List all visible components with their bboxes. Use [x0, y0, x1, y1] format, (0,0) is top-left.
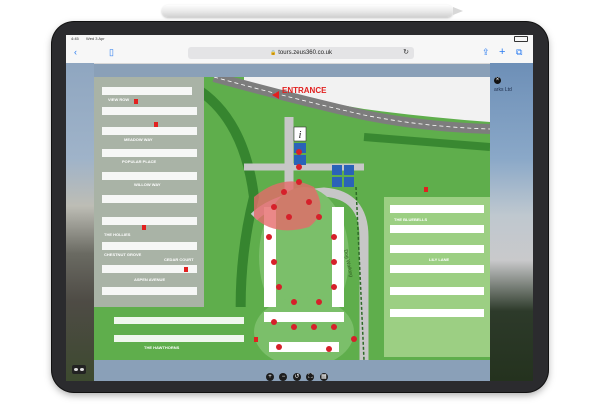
- thumbnails-icon[interactable]: ▦: [319, 373, 328, 381]
- tour-controls: + − ↺ ⛶ ▦: [266, 365, 329, 381]
- entrance-label: ENTRANCE: [282, 86, 327, 95]
- share-icon[interactable]: ⇪: [482, 46, 490, 58]
- area-label-the-hawthorns: THE HAWTHORNS: [144, 345, 180, 350]
- apple-pencil: [162, 5, 463, 17]
- rotate-icon[interactable]: ↺: [292, 373, 301, 381]
- panorama-background-left: [66, 63, 94, 381]
- battery-icon: [514, 36, 528, 42]
- area-label-aspen-avenue: ASPEN AVENUE: [134, 277, 166, 282]
- site-map[interactable]: i ENTRANCE Dog Walking VIEW ROW MEADOW W…: [94, 77, 490, 360]
- book-icon[interactable]: ▯: [109, 46, 114, 58]
- status-time: 4:45: [71, 36, 79, 41]
- area-label-cedar-court: CEDAR COURT: [164, 257, 194, 262]
- reload-icon[interactable]: ↻: [403, 47, 409, 59]
- area-label-willow-way: WILLOW WAY: [134, 182, 161, 187]
- plus-icon[interactable]: +: [499, 46, 505, 58]
- fullscreen-icon[interactable]: ⛶: [306, 373, 315, 381]
- zoom-out-icon[interactable]: −: [279, 373, 288, 381]
- area-label-chestnut-grove: CHESTNUT GROVE: [104, 252, 142, 257]
- close-map-button[interactable]: ×: [494, 77, 501, 84]
- status-date: Wed 3 Apr: [86, 36, 105, 41]
- tour-brand-text: arks Ltd: [494, 87, 512, 93]
- back-icon[interactable]: ‹: [74, 46, 77, 58]
- url-text: tours.zeus360.co.uk: [278, 50, 332, 56]
- status-bar: 4:45 Wed 3 Apr: [66, 35, 533, 43]
- area-label-view-row: VIEW ROW: [108, 97, 130, 102]
- site-map-drawing: i: [94, 77, 490, 360]
- area-label-lily-lane: LILY LANE: [429, 257, 450, 262]
- ipad-screen: 4:45 Wed 3 Apr ‹ ▯ 🔒 tours.zeus360.co.uk …: [66, 35, 533, 381]
- area-label-the-bluebells: THE BLUEBELLS: [394, 217, 428, 222]
- zoom-in-icon[interactable]: +: [266, 373, 274, 381]
- lock-icon: 🔒: [270, 50, 277, 56]
- browser-toolbar: ‹ ▯ 🔒 tours.zeus360.co.uk ↻ ⇪ + ⧉: [66, 43, 533, 64]
- panorama-background-right: [490, 63, 533, 381]
- address-bar[interactable]: 🔒 tours.zeus360.co.uk ↻: [188, 47, 414, 59]
- vr-headset-icon[interactable]: [72, 365, 86, 374]
- area-label-poplar-place: POPULAR PLACE: [122, 159, 157, 164]
- area-label-meadow-way: MEADOW WAY: [124, 137, 153, 142]
- tabs-icon[interactable]: ⧉: [516, 46, 522, 58]
- svg-text:i: i: [299, 130, 302, 141]
- area-label-the-hollies: THE HOLLIES: [104, 232, 131, 237]
